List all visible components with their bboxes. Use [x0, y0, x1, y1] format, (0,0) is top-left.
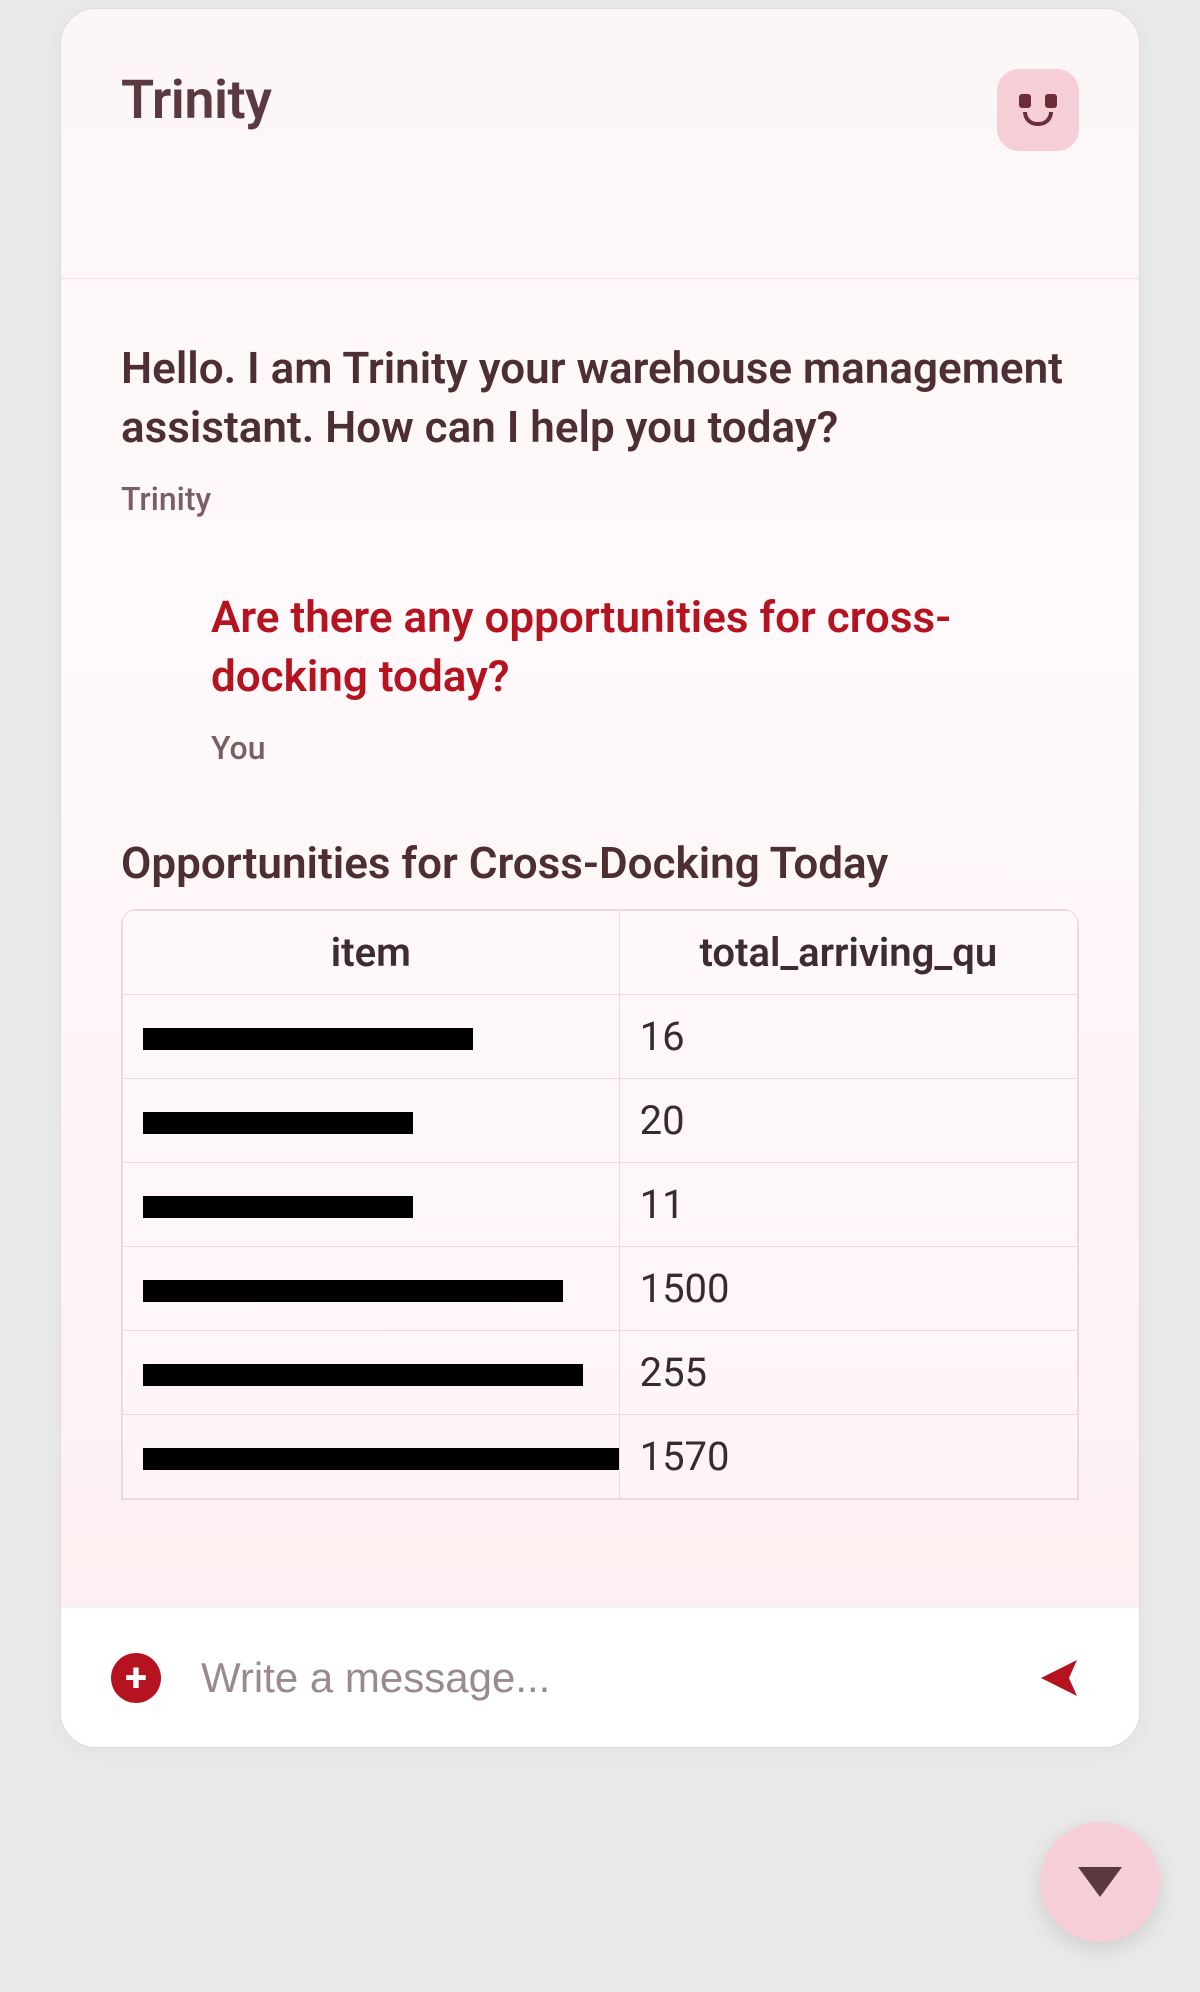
user-message-sender: You [211, 729, 1079, 767]
chat-composer: + [61, 1607, 1139, 1747]
table-cell-qty: 1500 [619, 1246, 1077, 1330]
assistant-message: Hello. I am Trinity your warehouse manag… [121, 339, 1079, 518]
user-message: Are there any opportunities for cross-do… [121, 588, 1079, 767]
table-cell-qty: 20 [619, 1078, 1077, 1162]
assistant-message-text: Hello. I am Trinity your warehouse manag… [121, 339, 1079, 458]
table-cell-qty: 255 [619, 1330, 1077, 1414]
table-cell-item [123, 994, 620, 1078]
table-header-qty: total_arriving_qu [619, 910, 1077, 994]
table-row: 16 [123, 994, 1078, 1078]
add-attachment-button[interactable]: + [111, 1653, 161, 1703]
send-icon [1035, 1654, 1083, 1702]
chat-header: Trinity [61, 9, 1139, 279]
user-message-text: Are there any opportunities for cross-do… [211, 588, 1079, 707]
redacted-item-text [143, 1280, 563, 1302]
plus-icon: + [125, 1654, 147, 1701]
table-cell-item [123, 1414, 620, 1498]
table-cell-item [123, 1246, 620, 1330]
table-cell-qty: 16 [619, 994, 1077, 1078]
message-input[interactable] [201, 1654, 989, 1702]
result-title: Opportunities for Cross-Docking Today [121, 837, 1079, 889]
assistant-message-sender: Trinity [121, 480, 1079, 518]
redacted-item-text [143, 1028, 473, 1050]
send-button[interactable] [1029, 1653, 1089, 1703]
table-cell-item [123, 1078, 620, 1162]
chat-title: Trinity [121, 69, 271, 132]
table-row: 255 [123, 1330, 1078, 1414]
table-cell-item [123, 1162, 620, 1246]
redacted-item-text [143, 1112, 413, 1134]
table-header-item: item [123, 910, 620, 994]
redacted-item-text [143, 1448, 619, 1470]
chat-body[interactable]: Hello. I am Trinity your warehouse manag… [61, 279, 1139, 1607]
result-block: Opportunities for Cross-Docking Today it… [121, 837, 1079, 1500]
redacted-item-text [143, 1196, 413, 1218]
table-cell-qty: 11 [619, 1162, 1077, 1246]
table-row: 20 [123, 1078, 1078, 1162]
chevron-down-icon [1078, 1867, 1122, 1897]
table-cell-qty: 1570 [619, 1414, 1077, 1498]
table-cell-item [123, 1330, 620, 1414]
collapse-chat-button[interactable] [1040, 1822, 1160, 1942]
table-row: 1500 [123, 1246, 1078, 1330]
table-row: 11 [123, 1162, 1078, 1246]
assistant-avatar-icon [997, 69, 1079, 151]
chat-window: Trinity Hello. I am Trinity your warehou… [60, 8, 1140, 1748]
redacted-item-text [143, 1364, 583, 1386]
table-row: 1570 [123, 1414, 1078, 1498]
result-table: item total_arriving_qu 16201115002551570 [121, 909, 1079, 1500]
